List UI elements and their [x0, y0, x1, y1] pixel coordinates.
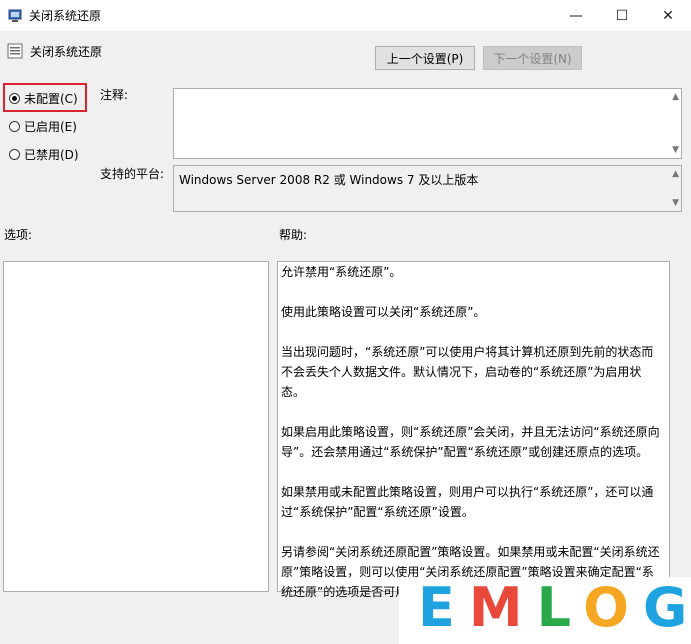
help-paragraph: 使用此策略设置可以关闭“系统还原”。 — [281, 305, 486, 319]
help-paragraph: 当出现问题时，“系统还原”可以使用户将其计算机还原到先前的状态而不会丢失个人数据… — [281, 345, 654, 399]
next-setting-button[interactable]: 下一个设置(N) — [483, 46, 582, 70]
comment-field[interactable]: ▲ ▼ — [173, 88, 682, 159]
help-content: 允许禁用“系统还原”。 使用此策略设置可以关闭“系统还原”。 当出现问题时，“系… — [281, 262, 663, 622]
radio-enabled[interactable]: 已启用(E) — [9, 117, 77, 135]
radio-label: 未配置(C) — [24, 91, 78, 106]
help-paragraph: 允许禁用“系统还原”。 — [281, 265, 402, 279]
logo-letter: O — [583, 576, 644, 639]
close-button[interactable]: ✕ — [645, 0, 691, 31]
help-paragraph: 如果禁用或未配置此策略设置，则用户可以执行“系统还原”，还可以通过“系统保护”配… — [281, 485, 654, 519]
watermark-logo: EMLOG — [418, 578, 691, 638]
title-bar: 关闭系统还原 — ☐ ✕ — [0, 0, 691, 31]
help-label: 帮助: — [279, 228, 308, 242]
scroll-up-icon[interactable]: ▲ — [672, 169, 679, 179]
minimize-button[interactable]: — — [553, 0, 599, 31]
window-title: 关闭系统还原 — [29, 9, 102, 23]
logo-letter: G — [643, 576, 691, 639]
scroll-up-icon[interactable]: ▲ — [672, 92, 679, 102]
radio-label: 已禁用(D) — [24, 147, 79, 162]
options-panel — [3, 261, 269, 592]
radio-not-configured[interactable]: 未配置(C) — [9, 89, 78, 107]
logo-letter: E — [418, 576, 469, 639]
policy-editor-icon — [8, 9, 22, 22]
platform-label: 支持的平台: — [100, 167, 165, 181]
radio-empty-icon — [9, 120, 20, 132]
comment-label: 注释: — [100, 88, 129, 102]
maximize-button[interactable]: ☐ — [599, 0, 645, 31]
radio-disabled[interactable]: 已禁用(D) — [9, 145, 79, 163]
platform-field: Windows Server 2008 R2 或 Windows 7 及以上版本… — [173, 165, 682, 212]
setting-icon — [7, 43, 23, 59]
radio-selected-icon — [9, 92, 20, 104]
platform-value: Windows Server 2008 R2 或 Windows 7 及以上版本 — [179, 173, 479, 187]
radio-label: 已启用(E) — [24, 119, 77, 134]
radio-empty-icon — [9, 148, 20, 160]
logo-letter: M — [468, 576, 537, 639]
logo-letter: L — [536, 576, 584, 639]
previous-setting-button[interactable]: 上一个设置(P) — [375, 46, 475, 70]
scroll-down-icon[interactable]: ▼ — [672, 198, 679, 208]
options-label: 选项: — [4, 228, 33, 242]
scroll-down-icon[interactable]: ▼ — [672, 145, 679, 155]
help-paragraph: 如果启用此策略设置，则“系统还原”会关闭，并且无法访问“系统还原向导”。还会禁用… — [281, 425, 660, 459]
policy-name: 关闭系统还原 — [30, 45, 103, 59]
